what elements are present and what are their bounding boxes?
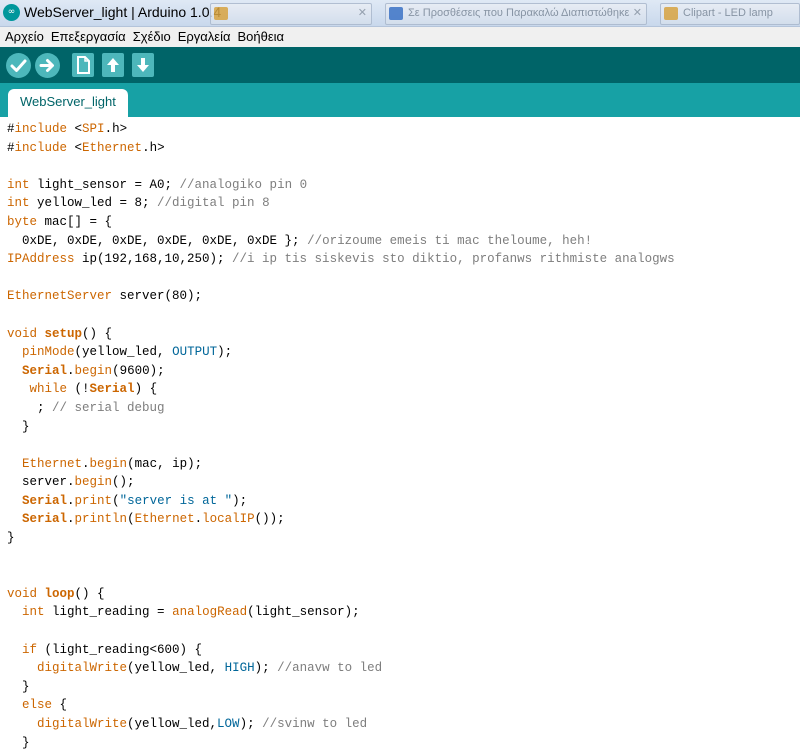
menu-edit[interactable]: Επεξεργασία: [46, 27, 128, 46]
code-line[interactable]: #include <Ethernet.h>: [7, 141, 165, 155]
browser-icon: [389, 7, 403, 20]
background-window-3[interactable]: Clipart - LED lamp: [660, 3, 800, 25]
menu-file[interactable]: Αρχείο: [0, 27, 46, 46]
code-line[interactable]: int yellow_led = 8; //digital pin 8: [7, 196, 270, 210]
code-line[interactable]: Ethernet.begin(mac, ip);: [7, 457, 202, 471]
code-line[interactable]: void loop() {: [7, 587, 105, 601]
background-window-2[interactable]: Σε Προσθέσεις που Παρακαλώ Διαπιστώθηκε …: [385, 3, 647, 25]
folder-icon: [214, 7, 228, 20]
code-line[interactable]: int light_reading = analogRead(light_sen…: [7, 605, 360, 619]
tab-webserver-light[interactable]: WebServer_light: [8, 89, 128, 117]
code-line[interactable]: Serial.println(Ethernet.localIP());: [7, 512, 285, 526]
save-button[interactable]: [132, 53, 154, 77]
code-line[interactable]: }: [7, 680, 30, 694]
code-line[interactable]: pinMode(yellow_led, OUTPUT);: [7, 345, 232, 359]
code-line[interactable]: byte mac[] = {: [7, 215, 112, 229]
new-button[interactable]: [72, 53, 94, 77]
code-line[interactable]: digitalWrite(yellow_led, HIGH); //anavw …: [7, 661, 382, 675]
folder-icon: [664, 7, 678, 20]
code-line[interactable]: IPAddress ip(192,168,10,250); //i ip tis…: [7, 252, 675, 266]
upload-button[interactable]: [35, 53, 60, 78]
code-line[interactable]: else {: [7, 698, 67, 712]
menu-bar: Αρχείο Επεξεργασία Σχέδιο Εργαλεία Βοήθεια: [0, 27, 800, 47]
code-text[interactable]: #include <SPI.h> #include <Ethernet.h> i…: [7, 120, 675, 752]
close-icon[interactable]: ✕: [358, 6, 367, 19]
code-line[interactable]: EthernetServer server(80);: [7, 289, 202, 303]
verify-button[interactable]: [6, 53, 31, 78]
open-button[interactable]: [102, 53, 124, 77]
title-bar: ∞ WebServer_light | Arduino 1.0.4 ✕ Σε Π…: [0, 0, 800, 27]
new-icon: [77, 56, 90, 74]
code-line[interactable]: Serial.print("server is at ");: [7, 494, 247, 508]
menu-tools[interactable]: Εργαλεία: [173, 27, 233, 46]
arduino-icon: ∞: [3, 4, 20, 21]
code-line[interactable]: ; // serial debug: [7, 401, 165, 415]
menu-help[interactable]: Βοήθεια: [233, 27, 287, 46]
upload-icon: [39, 59, 54, 72]
background-window-1[interactable]: ✕: [210, 3, 372, 25]
toolbar: [0, 47, 800, 83]
code-line[interactable]: #include <SPI.h>: [7, 122, 127, 136]
code-line[interactable]: 0xDE, 0xDE, 0xDE, 0xDE, 0xDE, 0xDE }; //…: [7, 234, 592, 248]
close-icon[interactable]: ✕: [633, 6, 642, 19]
code-line[interactable]: }: [7, 531, 15, 545]
code-line[interactable]: int light_sensor = A0; //analogiko pin 0: [7, 178, 307, 192]
code-editor[interactable]: #include <SPI.h> #include <Ethernet.h> i…: [0, 117, 800, 756]
code-line[interactable]: if (light_reading<600) {: [7, 643, 202, 657]
save-icon: [137, 58, 149, 72]
code-line[interactable]: while (!Serial) {: [7, 382, 158, 396]
verify-icon: [10, 59, 27, 72]
open-icon: [107, 58, 119, 72]
code-line[interactable]: server.begin();: [7, 475, 135, 489]
code-line[interactable]: Serial.begin(9600);: [7, 364, 165, 378]
code-line[interactable]: }: [7, 736, 30, 750]
code-line[interactable]: }: [7, 420, 30, 434]
code-line[interactable]: digitalWrite(yellow_led,LOW); //svinw to…: [7, 717, 367, 731]
code-line[interactable]: void setup() {: [7, 327, 112, 341]
tab-strip: WebServer_light: [0, 83, 800, 117]
menu-sketch[interactable]: Σχέδιο: [128, 27, 173, 46]
window-title: WebServer_light | Arduino 1.0.4: [24, 4, 222, 20]
